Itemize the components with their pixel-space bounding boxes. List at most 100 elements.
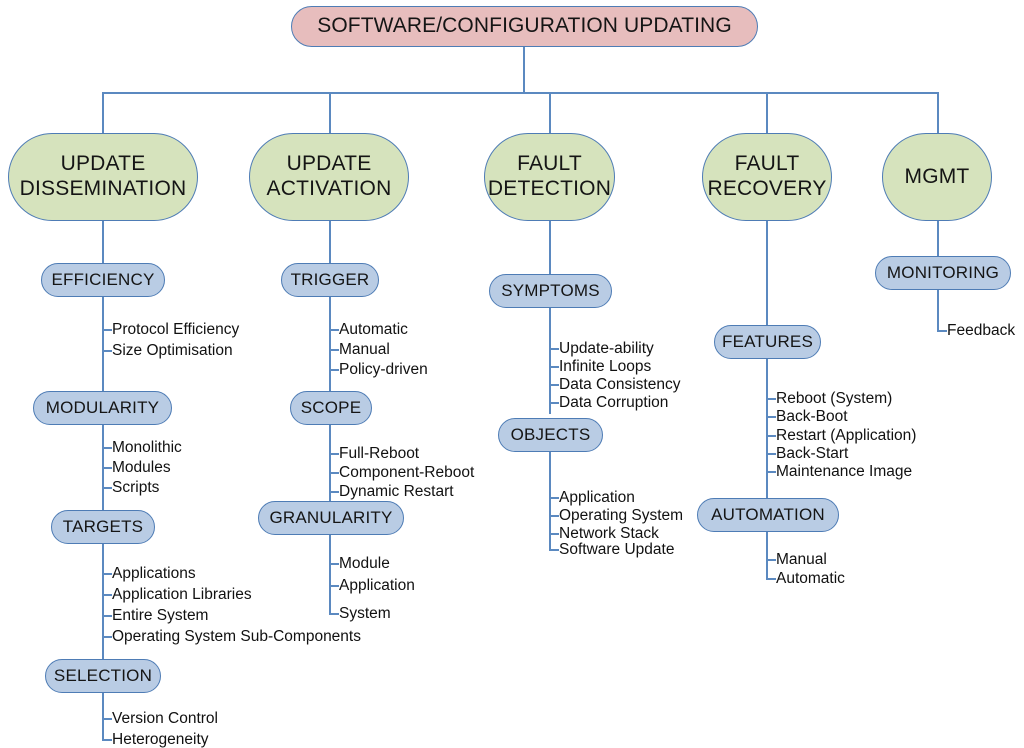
leaf-item[interactable]: Automatic [339, 322, 408, 338]
connector-scope-leaves [329, 425, 331, 510]
connector-features-leaves [766, 359, 768, 498]
leaf-item[interactable]: Manual [776, 552, 827, 568]
node-granularity[interactable]: GRANULARITY [258, 501, 404, 535]
diagram-canvas: SOFTWARE/CONFIGURATION UPDATING UPDATE D… [0, 0, 1024, 747]
leaf-item[interactable]: Entire System [112, 608, 208, 624]
connector-tick [329, 585, 339, 587]
leaf-item[interactable]: Operating System Sub-Components [112, 629, 361, 645]
node-automation[interactable]: AUTOMATION [697, 498, 839, 532]
leaf-item[interactable]: Scripts [112, 480, 159, 496]
leaf-item[interactable]: Maintenance Image [776, 464, 912, 480]
leaf-item[interactable]: Update-ability [559, 341, 654, 357]
leaf-item[interactable]: Heterogeneity [112, 732, 209, 748]
leaf-item[interactable]: Dynamic Restart [339, 484, 454, 500]
connector-monitoring-leaves [937, 290, 939, 332]
connector-spine-mgmt [937, 221, 939, 256]
node-targets[interactable]: TARGETS [51, 510, 155, 544]
connector-tick [102, 467, 112, 469]
leaf-item[interactable]: Size Optimisation [112, 343, 233, 359]
node-trigger[interactable]: TRIGGER [281, 263, 379, 297]
node-scope[interactable]: SCOPE [290, 391, 372, 425]
connector-tick [102, 594, 112, 596]
node-modularity[interactable]: MODULARITY [33, 391, 172, 425]
leaf-item[interactable]: Monolithic [112, 440, 182, 456]
leaf-item[interactable]: Version Control [112, 711, 218, 727]
connector-tick [549, 402, 559, 404]
connector-tick [329, 491, 339, 493]
leaf-item[interactable]: Feedback [947, 323, 1015, 339]
node-efficiency[interactable]: EFFICIENCY [41, 263, 165, 297]
connector-tick [329, 369, 339, 371]
leaf-item[interactable]: Back-Start [776, 446, 848, 462]
leaf-item[interactable]: Policy-driven [339, 362, 428, 378]
connector-trigger-leaves [329, 297, 331, 391]
leaf-item[interactable]: Application [339, 578, 415, 594]
connector-tick [766, 453, 776, 455]
node-monitoring[interactable]: MONITORING [875, 256, 1011, 290]
node-selection[interactable]: SELECTION [45, 659, 161, 693]
connector-tick [102, 573, 112, 575]
leaf-item[interactable]: Data Corruption [559, 395, 668, 411]
connector-tick [549, 515, 559, 517]
connector-tick [766, 398, 776, 400]
connector-tick [329, 453, 339, 455]
leaf-item[interactable]: Software Update [559, 542, 674, 558]
connector-granularity-leaves [329, 535, 331, 615]
leaf-item[interactable]: Full-Reboot [339, 446, 419, 462]
connector-tick [102, 718, 112, 720]
leaf-item[interactable]: Protocol Efficiency [112, 322, 239, 338]
connector-tick [329, 349, 339, 351]
leaf-item[interactable]: Infinite Loops [559, 359, 651, 375]
leaf-item[interactable]: Back-Boot [776, 409, 848, 425]
connector-tick [766, 559, 776, 561]
connector-symptoms-leaves [549, 308, 551, 414]
leaf-item[interactable]: Restart (Application) [776, 428, 916, 444]
connector-tick [102, 615, 112, 617]
connector-tick [329, 329, 339, 331]
connector-tick [102, 447, 112, 449]
node-fault-recovery[interactable]: FAULT RECOVERY [702, 133, 832, 221]
connector-root-bus [102, 92, 939, 94]
leaf-item[interactable]: Module [339, 556, 390, 572]
leaf-item[interactable]: Modules [112, 460, 171, 476]
leaf-item[interactable]: Network Stack [559, 526, 659, 542]
node-symptoms[interactable]: SYMPTOMS [489, 274, 612, 308]
connector-selection-leaves [102, 693, 104, 741]
leaf-item[interactable]: Application [559, 490, 635, 506]
leaf-item[interactable]: Operating System [559, 508, 683, 524]
connector-spine-fault-detection [549, 221, 551, 274]
node-mgmt[interactable]: MGMT [882, 133, 992, 221]
connector-tick [102, 329, 112, 331]
leaf-item[interactable]: System [339, 606, 391, 622]
connector-tick [766, 471, 776, 473]
node-root-software-configuration-updating[interactable]: SOFTWARE/CONFIGURATION UPDATING [291, 6, 758, 47]
connector-tick [102, 636, 112, 638]
leaf-item[interactable]: Applications [112, 566, 196, 582]
connector-spine-update-activation [329, 221, 331, 263]
connector-tick [102, 350, 112, 352]
connector-root-stem [523, 47, 525, 92]
connector-tick [549, 549, 559, 551]
connector-tick [102, 739, 112, 741]
connector-tick [549, 497, 559, 499]
leaf-item[interactable]: Automatic [776, 571, 845, 587]
leaf-item[interactable]: Reboot (System) [776, 391, 892, 407]
connector-tick [549, 348, 559, 350]
leaf-item[interactable]: Data Consistency [559, 377, 680, 393]
connector-tick [937, 330, 947, 332]
connector-tick [766, 435, 776, 437]
node-features[interactable]: FEATURES [714, 325, 821, 359]
connector-tick [329, 472, 339, 474]
node-objects[interactable]: OBJECTS [498, 418, 603, 452]
leaf-item[interactable]: Manual [339, 342, 390, 358]
connector-efficiency-leaves [102, 297, 104, 391]
connector-tick [549, 366, 559, 368]
connector-tick [766, 416, 776, 418]
connector-tick [549, 533, 559, 535]
connector-tick [102, 487, 112, 489]
node-update-dissemination[interactable]: UPDATE DISSEMINATION [8, 133, 198, 221]
leaf-item[interactable]: Component-Reboot [339, 465, 474, 481]
leaf-item[interactable]: Application Libraries [112, 587, 252, 603]
node-fault-detection[interactable]: FAULT DETECTION [484, 133, 615, 221]
node-update-activation[interactable]: UPDATE ACTIVATION [249, 133, 409, 221]
